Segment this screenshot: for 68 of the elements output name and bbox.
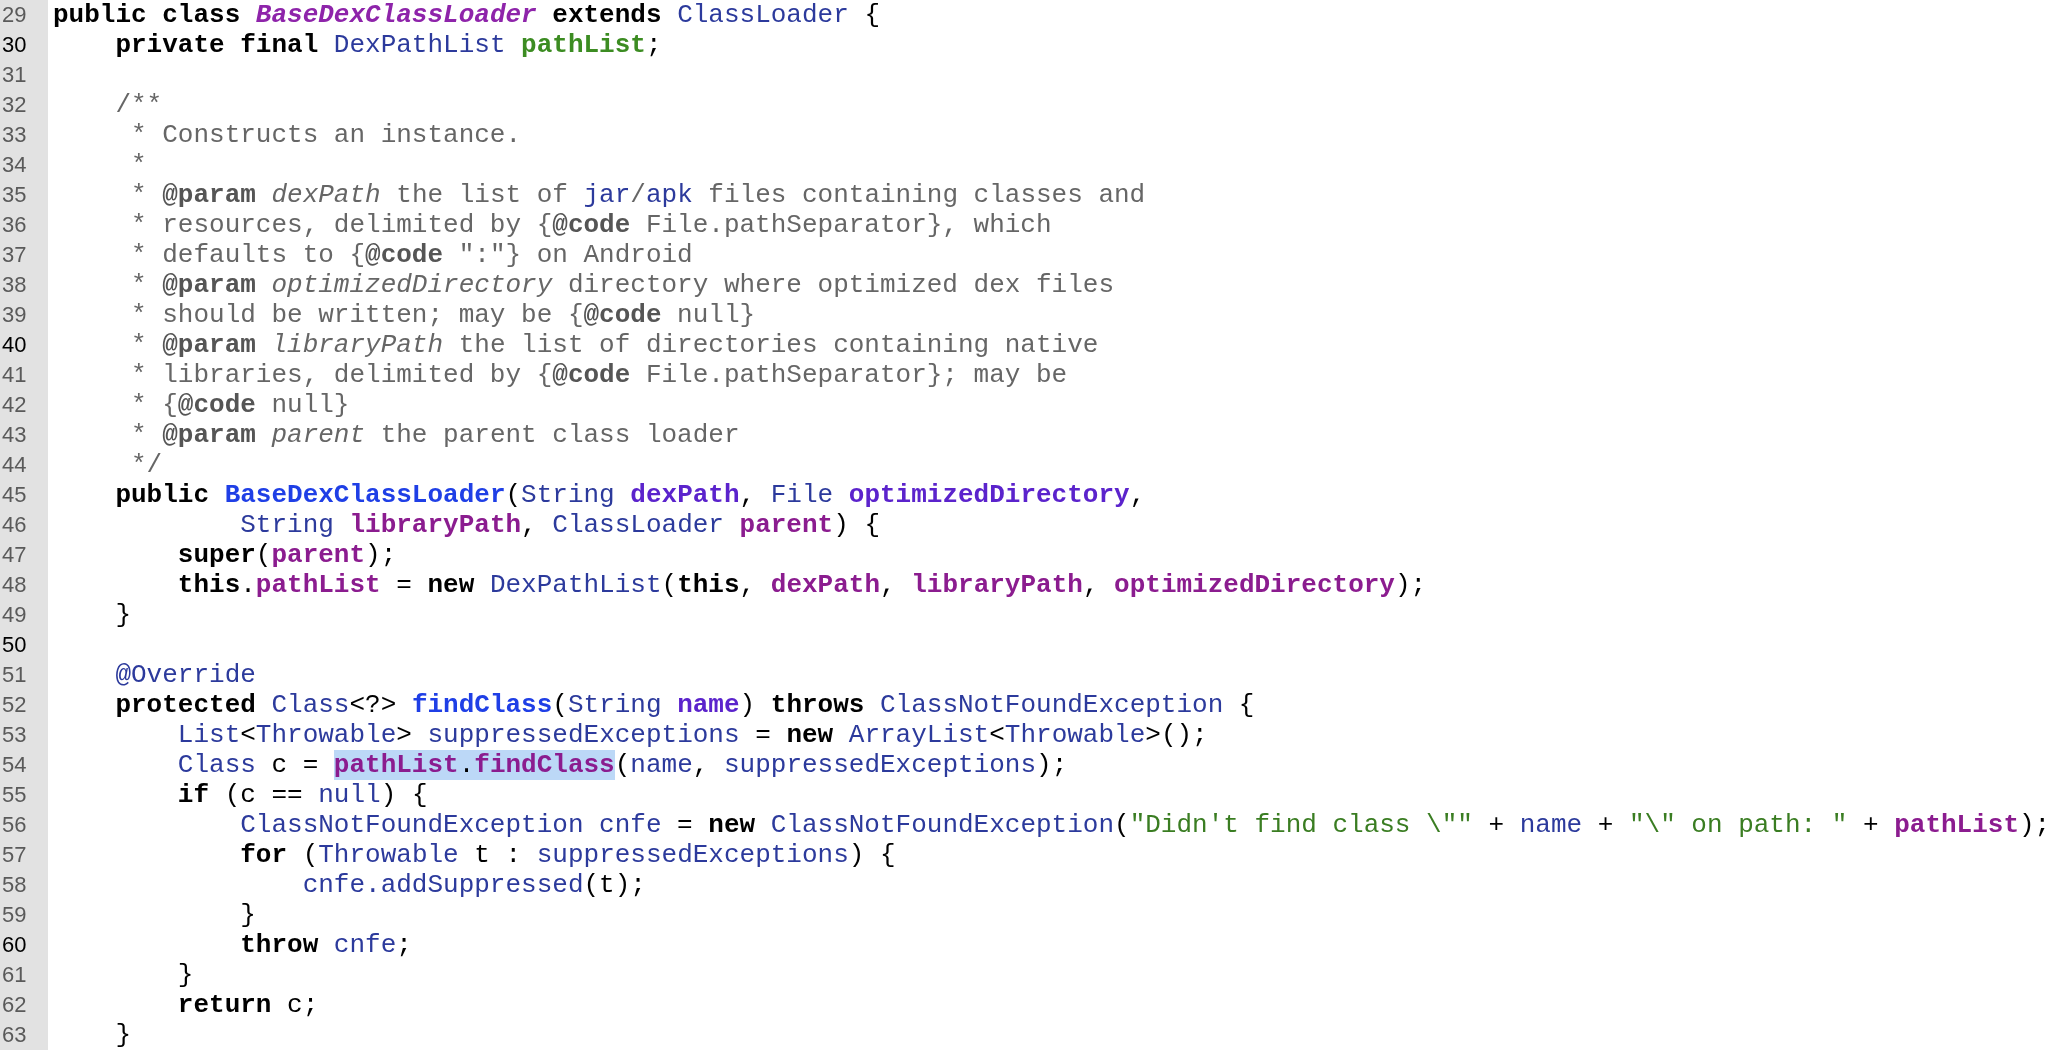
code-line: super(parent); bbox=[176, 540, 397, 570]
line-number: 59 bbox=[0, 900, 48, 930]
line-number: 37 bbox=[0, 240, 48, 270]
line-number: 35 bbox=[0, 180, 48, 210]
code-line: for (Throwable t : suppressedExceptions) { bbox=[239, 840, 896, 870]
line-number: 53 bbox=[0, 720, 48, 750]
line-number: 45 bbox=[0, 480, 48, 510]
code-line: * @param libraryPath the list of directories containing native bbox=[130, 330, 1099, 360]
code-line: public BaseDexClassLoader(String dexPath, File optimizedDirectory, bbox=[114, 480, 1146, 510]
line-number: 56 bbox=[0, 810, 48, 840]
code-line: List<Throwable> suppressedExceptions = new ArrayList<Throwable>(); bbox=[176, 720, 1208, 750]
line-number: 44 bbox=[0, 450, 48, 480]
line-number: 54 bbox=[0, 750, 48, 780]
line-number: 30 bbox=[0, 30, 48, 60]
code-line: public class BaseDexClassLoader extends ClassLoader { bbox=[52, 0, 880, 30]
line-number: 50 bbox=[0, 630, 48, 660]
code-line: * @param optimizedDirectory directory where optimized dex files bbox=[130, 270, 1114, 300]
line-number: 48 bbox=[0, 570, 48, 600]
line-number: 58 bbox=[0, 870, 48, 900]
line-number: 57 bbox=[0, 840, 48, 870]
code-line: } bbox=[239, 900, 256, 930]
code-line: String libraryPath, ClassLoader parent) { bbox=[239, 510, 880, 540]
code-line: return c; bbox=[176, 990, 319, 1020]
line-number: 34 bbox=[0, 150, 48, 180]
code-line: * @param parent the parent class loader bbox=[130, 420, 740, 450]
code-line: * @param dexPath the list of jar/apk files containing classes and bbox=[130, 180, 1146, 210]
line-number: 32 bbox=[0, 90, 48, 120]
line-number: 33 bbox=[0, 120, 48, 150]
line-number: 51 bbox=[0, 660, 48, 690]
code-line: * Constructs an instance. bbox=[130, 120, 522, 150]
line-number: 49 bbox=[0, 600, 48, 630]
code-line: } bbox=[114, 600, 131, 630]
line-number: 47 bbox=[0, 540, 48, 570]
code-line: * {@code null} bbox=[130, 390, 350, 420]
code-line: if (c == null) { bbox=[176, 780, 428, 810]
code-line: */ bbox=[130, 450, 163, 480]
line-number: 63 bbox=[0, 1020, 48, 1050]
line-number: 43 bbox=[0, 420, 48, 450]
line-number: 39 bbox=[0, 300, 48, 330]
code-line: Class c = pathList.findClass(name, suppressedExceptions); bbox=[176, 750, 1068, 780]
line-number: 29 bbox=[0, 0, 48, 30]
line-number: 31 bbox=[0, 60, 48, 90]
line-number: 38 bbox=[0, 270, 48, 300]
line-number: 46 bbox=[0, 510, 48, 540]
line-number: 60 bbox=[0, 930, 48, 960]
code-line: protected Class<?> findClass(String name) throws ClassNotFoundException { bbox=[114, 690, 1255, 720]
code-line: * bbox=[130, 150, 147, 180]
line-number: 36 bbox=[0, 210, 48, 240]
code-line: cnfe.addSuppressed(t); bbox=[301, 870, 646, 900]
line-number: 42 bbox=[0, 390, 48, 420]
code-line: } bbox=[176, 960, 194, 990]
code-line: @Override bbox=[114, 660, 256, 690]
code-line: * libraries, delimited by {@code File.pathSeparator}; may be bbox=[130, 360, 1068, 390]
code-line: * defaults to {@code ":"} on Android bbox=[130, 240, 693, 270]
code-line: * resources, delimited by {@code File.pathSeparator}, which bbox=[130, 210, 1052, 240]
code-line: } bbox=[114, 1020, 131, 1050]
code-line: private final DexPathList pathList; bbox=[114, 30, 662, 60]
code-line: * should be written; may be {@code null} bbox=[130, 300, 756, 330]
code-line: ClassNotFoundException cnfe = new ClassNotFoundException("Didn't find class \"" + name + "\" on path: " + pathList); bbox=[239, 810, 2048, 840]
code-line: throw cnfe; bbox=[239, 930, 412, 960]
line-number: 55 bbox=[0, 780, 48, 810]
line-number: 40 bbox=[0, 330, 48, 360]
code-line: /** bbox=[114, 90, 163, 120]
line-number: 62 bbox=[0, 990, 48, 1020]
line-number: 61 bbox=[0, 960, 48, 990]
line-number: 41 bbox=[0, 360, 48, 390]
code-line: this.pathList = new DexPathList(this, dexPath, libraryPath, optimizedDirectory); bbox=[176, 570, 1427, 600]
line-number: 52 bbox=[0, 690, 48, 720]
